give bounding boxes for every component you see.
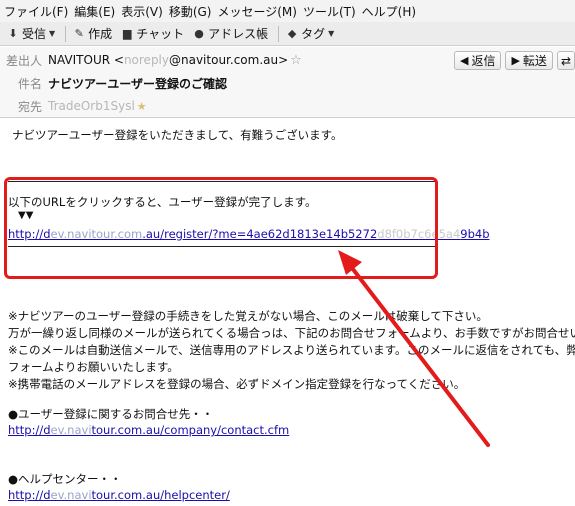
annotation-arrow [338,250,490,447]
arrow-head [338,250,362,275]
arrow-shaft [347,262,490,447]
mail-window: ファイル(F) 編集(E) 表示(V) 移動(G) メッセージ(M) ツール(T… [0,0,575,506]
